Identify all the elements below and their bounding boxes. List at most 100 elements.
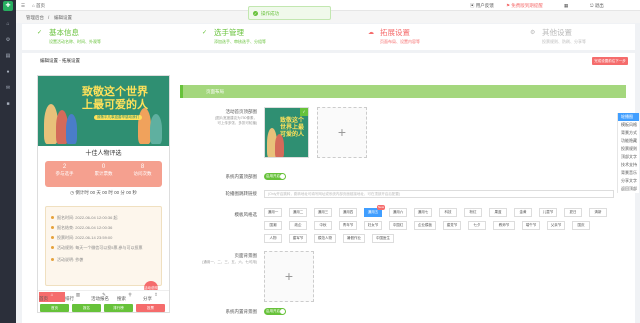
style-option[interactable]: 企业模板 [414,221,436,230]
style-option[interactable]: 国潮 [264,221,282,230]
info-line: 投票时间: 2022-06-14 23:59:00 [51,235,112,240]
background-image-label: 页面背景图 [234,253,258,258]
style-option[interactable]: 端午节 [522,221,540,230]
banner-subtitle: 致敬平凡事迹善举感动我们 [94,115,142,120]
style-option[interactable]: 通用三 [314,208,332,217]
anchor-item[interactable]: 分享文字 [618,177,639,185]
anchor-item[interactable]: 轮播图 [618,113,639,121]
step-other[interactable]: ⚙ 其他设置 投票规则、防刷、分享等 [530,28,640,48]
nav-share[interactable]: ⇪ 分享 [143,292,169,302]
home-link[interactable]: ⌂ 首页 [32,3,45,8]
style-option[interactable]: 七夕 [468,221,486,230]
nav-search[interactable]: ⚲ 搜索 [117,292,143,302]
anchor-item[interactable]: 技术支持 [618,161,639,169]
top-link-input[interactable]: (Only开启跳转，跳转地址可填写网址或系统内部页面链接地址，可在顶部开启后配置… [264,190,614,198]
message-icon[interactable]: ✉ [5,86,11,91]
check-circle-icon: ✓ [253,11,258,16]
style-option-selected[interactable]: 通用五 New [364,205,385,217]
stat-number: 2 [62,164,67,170]
style-option[interactable]: 金黄 [514,208,532,217]
chart-icon[interactable]: ▤ [5,54,11,59]
preview-ranking-button[interactable]: 排行榜 [104,304,133,312]
style-option[interactable]: 果蓝 [489,208,507,217]
anchor-item[interactable]: 模板风格 [618,121,639,129]
breadcrumb-separator: / [48,15,50,20]
lock-icon[interactable]: ▦ [564,3,568,8]
preview-banner: 致敬这个世界 上最可爱的人 致敬平凡事迹善举感动我们 [38,76,169,146]
nav-home[interactable]: ⌂ 首页 [39,292,65,302]
style-option[interactable]: 青年节 [339,221,357,230]
banner-upload-button[interactable]: + [317,107,367,158]
expiry-notice-link[interactable]: ⚑ 免费版到期提醒 [506,3,543,8]
info-text: 活动说明: 抄袭 [57,257,84,262]
anchor-item[interactable]: 背景音乐 [618,169,639,177]
feedback-link[interactable]: ▣ 用户反馈 [470,3,494,8]
style-option[interactable]: 科技 [439,208,457,217]
style-option[interactable]: 中国红 [389,221,407,230]
breadcrumb-root[interactable]: 管理后台 [26,15,44,20]
style-option[interactable]: 粉红 [464,208,482,217]
section-accent [180,85,183,98]
info-line: 报名结束: 2022-06-04 12:00:36 [51,225,112,230]
step-extension[interactable]: ☁ 拓展设置 页面布局、设置内容等 [368,28,518,48]
background-upload-button[interactable]: + [264,251,314,302]
style-option[interactable]: 建军节 [289,234,307,243]
style-option[interactable]: 通用二 [289,208,307,217]
style-option[interactable]: 中国医生 [372,234,394,243]
phone-bottom-nav: ⌂ 首页 ▥ 排行 ✎ 活动报名 ⚲ 搜索 ⇪ 分享 [38,290,169,302]
style-option[interactable]: 建党节 [443,221,461,230]
nav-ranking[interactable]: ▥ 排行 [65,292,91,302]
style-option[interactable]: 国庆 [572,221,590,230]
step-contestants[interactable]: ✓ 选手管理 添加选手、审核选手、分组等 [202,28,352,48]
background-image-hint: (通用一、二、三、五、六、七可用) [202,260,257,264]
style-option[interactable]: 清新 [589,208,607,217]
style-option[interactable]: 通用四 [339,208,357,217]
new-badge: New [376,205,385,210]
anchor-item[interactable]: 功能隐藏 [618,137,639,145]
style-option[interactable]: 夏日 [564,208,582,217]
anchor-item[interactable]: 背景方式 [618,129,639,137]
nav-signup[interactable]: ✎ 活动报名 [91,292,117,302]
style-option[interactable]: 暑假作业 [343,234,365,243]
preview-vote-button[interactable]: 投票 [136,304,165,312]
builtin-background-toggle-label: 启用开启 [266,309,280,313]
banner-image-hint: (图片宽度建议为750像素， [214,116,257,120]
step-desc: 添加选手、审核选手、分组等 [214,39,266,44]
style-option[interactable]: 教师节 [493,221,515,230]
home-icon[interactable]: ⌂ [5,22,11,27]
style-option[interactable]: 模范人物 [314,234,336,243]
banner-image-label: 活动首页顶部图 [225,109,258,114]
video-icon[interactable]: ■ [5,102,11,107]
next-step-button[interactable]: 完成设置前往下一步 [592,57,628,65]
step-basic-info[interactable]: ✓ 基本信息 设置活动名称、时间、外观等 [37,28,187,48]
style-option[interactable]: 通用六 [389,208,407,217]
nav-label: 活动报名 [91,296,109,301]
menu-toggle-icon[interactable]: ☰ [21,3,25,8]
style-option[interactable]: 父亲节 [547,221,565,230]
style-option[interactable]: 政企 [289,221,307,230]
anchor-item[interactable]: 返回顶部 [618,185,639,193]
style-option[interactable]: 人物 [264,234,282,243]
gear-icon[interactable]: ⚙ [5,38,11,43]
builtin-top-label: 系统内置顶部图 [225,174,258,179]
stat-label: 访问次数 [133,171,152,176]
style-option[interactable]: 儿童节 [539,208,557,217]
activity-title: 十佳人物评选 [38,146,169,162]
anchor-item[interactable]: 顶部文字 [618,153,639,161]
style-option[interactable]: 通用一 [264,208,282,217]
section-header-layout: 页面布局 [180,85,626,98]
step-title: 拓展设置 [380,28,410,37]
preview-home-button[interactable]: 首页 [40,304,69,312]
user-icon[interactable]: ● [5,70,11,75]
banner-thumbnail[interactable]: 致敬这个世界上最可爱的人 ✓ [264,107,309,158]
plus-icon: + [284,268,294,284]
style-option[interactable]: 妇女节 [364,221,382,230]
info-text: 投票时间: 2022-06-14 23:59:00 [57,235,113,240]
anchor-item[interactable]: 投票规则 [618,145,639,153]
countdown-text: 倒计时 00 天 00 时 00 分 00 秒 [75,190,137,195]
logout-link[interactable]: ⎋ 退出 [590,3,604,8]
style-option[interactable]: 通用七 [414,208,432,217]
style-option[interactable]: 中秋 [314,221,332,230]
preview-signup-button[interactable]: 报名 [72,304,101,312]
step-desc: 页面布局、设置内容等 [380,39,420,44]
